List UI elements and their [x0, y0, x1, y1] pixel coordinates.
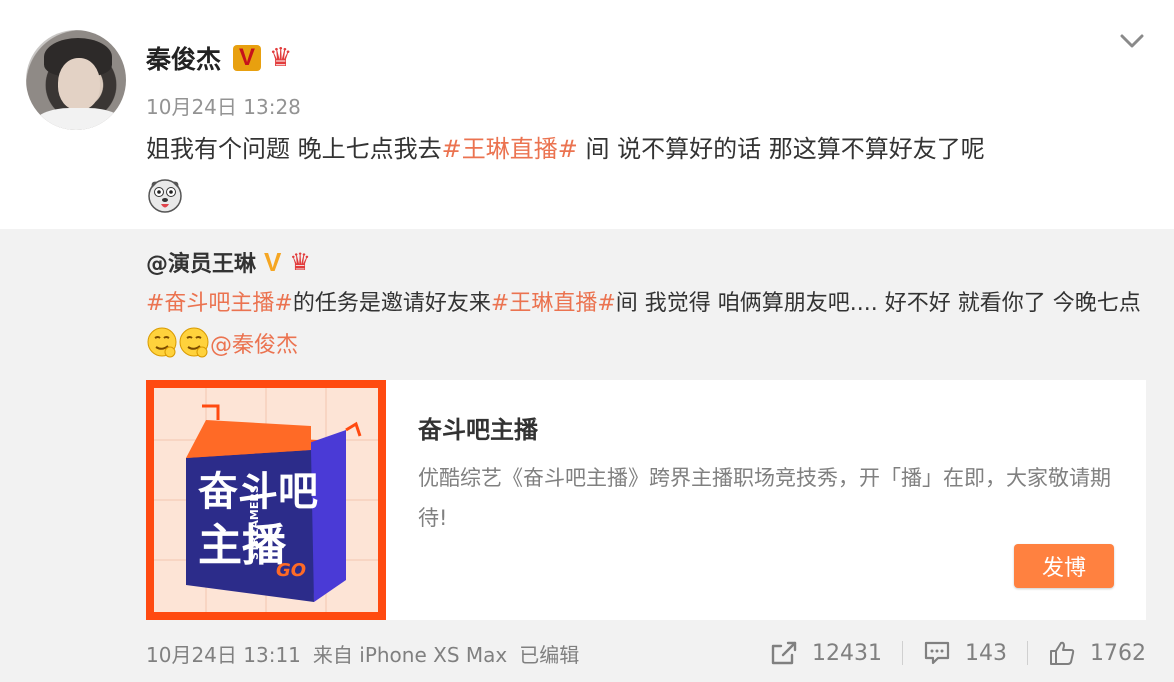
verified-badge-icon[interactable]: V	[233, 45, 262, 71]
repost-block: @演员王琳 V ♛ #奋斗吧主播#的任务是邀请好友来#王琳直播#间 我觉得 咱俩…	[0, 229, 1174, 682]
card-thumbnail[interactable]: 奋斗吧 主播 STREAMERS GO	[146, 380, 386, 620]
repost-footer: 10月24日 13:11 来自 iPhone XS Max 已编辑 12431 14…	[146, 636, 1146, 670]
topic-link[interactable]: #王琳直播#	[442, 135, 578, 163]
action-bar: 12431 143 1762	[750, 636, 1146, 670]
repost-source[interactable]: 来自 iPhone XS Max	[313, 643, 507, 667]
topic-link[interactable]: #奋斗吧主播#	[146, 291, 293, 316]
avatar-face	[58, 58, 100, 110]
dog-emoji-icon	[148, 179, 182, 213]
like-count: 1762	[1090, 640, 1146, 666]
member-crown-icon[interactable]: ♛	[289, 248, 311, 276]
logo-text-line2: 主播	[198, 520, 287, 571]
chevron-down-icon[interactable]	[1117, 26, 1147, 56]
avatar-body	[34, 108, 124, 130]
repost-time[interactable]: 10月24日 13:11	[146, 643, 301, 667]
repost-count: 12431	[812, 640, 882, 666]
repost-author[interactable]: @演员王琳	[146, 246, 256, 278]
repost-text-part: 间 我觉得 咱俩算朋友吧.... 好不好 就看你了 今晚七点	[615, 291, 1141, 316]
show-logo-image: 奋斗吧 主播 STREAMERS GO	[146, 380, 386, 620]
post-text-part: 间 说不算好的话 那这算不算好友了呢	[577, 135, 985, 163]
card-title[interactable]: 奋斗吧主播	[418, 410, 538, 445]
repost-author-row: @演员王琳 V ♛	[146, 245, 311, 279]
logo-go-text: GO	[276, 560, 306, 581]
author-name[interactable]: 秦俊杰	[146, 40, 221, 76]
like-action[interactable]: 1762	[1028, 640, 1146, 666]
post-button[interactable]: 发博	[1014, 544, 1114, 588]
comment-count: 143	[965, 640, 1007, 666]
author-row: 秦俊杰 V ♛	[146, 40, 292, 76]
card-description: 优酷综艺《奋斗吧主播》跨界主播职场竞技秀，开「播」在即，大家敬请期待!	[418, 466, 1111, 530]
edited-label[interactable]: 已编辑	[519, 643, 579, 667]
post-time[interactable]: 10月24日 13:28	[146, 91, 301, 120]
comment-icon	[924, 641, 950, 665]
mention-link[interactable]: @秦俊杰	[210, 333, 298, 358]
repost-meta: 10月24日 13:11 来自 iPhone XS Max 已编辑	[146, 639, 591, 668]
post-text: 姐我有个问题 晚上七点我去#王琳直播# 间 说不算好的话 那这算不算好友了呢	[146, 130, 1136, 168]
post-text-part: 姐我有个问题 晚上七点我去	[146, 135, 442, 163]
link-card[interactable]: 奋斗吧 主播 STREAMERS GO 奋斗吧主播 优酷综艺《奋斗吧主播》跨界主…	[146, 380, 1146, 620]
thumbs-up-icon	[1050, 641, 1075, 665]
member-crown-icon[interactable]: ♛	[269, 43, 292, 73]
repost-text-part: 的任务是邀请好友来	[292, 291, 491, 316]
topic-link[interactable]: #王琳直播#	[491, 291, 616, 316]
smirk-emoji-icon	[147, 327, 177, 358]
repost-text: #奋斗吧主播#的任务是邀请好友来#王琳直播#间 我觉得 咱俩算朋友吧.... 好…	[146, 283, 1146, 367]
verified-v-icon[interactable]: V	[264, 247, 281, 278]
author-avatar[interactable]	[26, 30, 126, 130]
logo-sub-text: STREAMERS	[248, 485, 261, 560]
smirk-emoji-icon	[179, 327, 209, 358]
comment-action[interactable]: 143	[903, 640, 1027, 666]
share-icon	[771, 641, 797, 665]
repost-action[interactable]: 12431	[750, 640, 902, 666]
